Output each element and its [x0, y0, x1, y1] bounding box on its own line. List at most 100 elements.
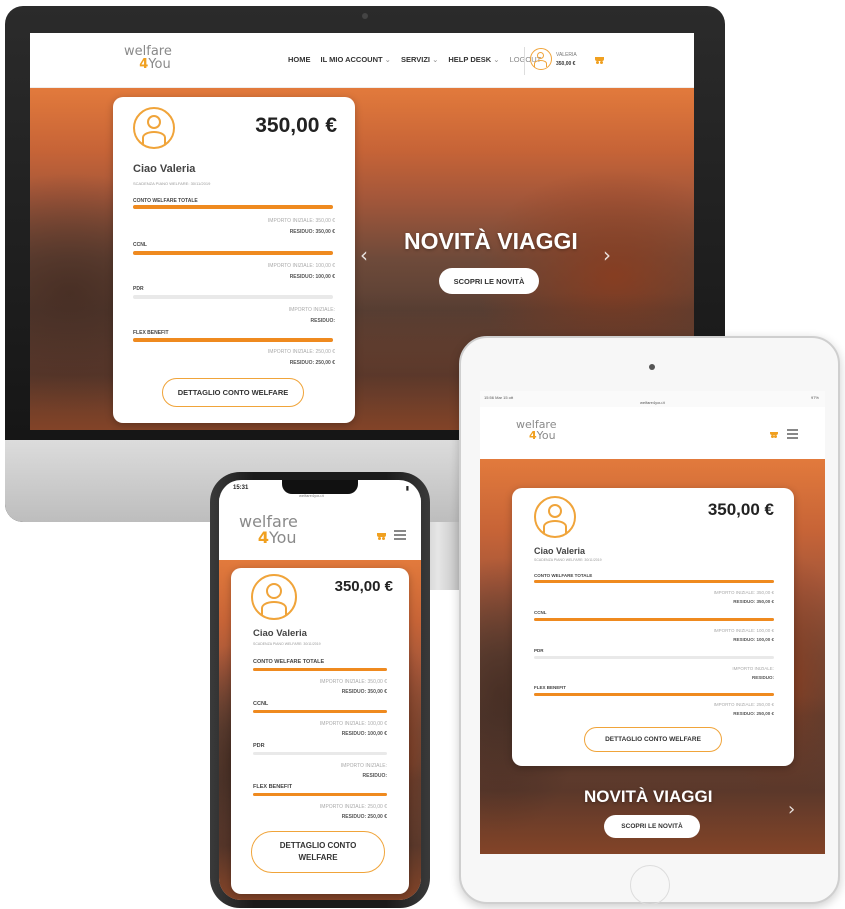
tablet-camera — [649, 364, 655, 370]
account-residuo: RESIDUO: — [362, 773, 387, 779]
account-importo: IMPORTO INIZIALE: 100,00 € — [267, 263, 335, 269]
profile-avatar-icon — [251, 574, 297, 620]
desktop-navbar: welfare 4You HOME IL MIO ACCOUNT ⌄ SERVI… — [30, 33, 694, 88]
tablet-home-button[interactable] — [630, 865, 670, 905]
logo[interactable]: welfare 4You — [239, 514, 298, 546]
nav-user-amount: 350,00 € — [556, 61, 576, 67]
tablet-status-bar: 15:56 Mar 15 ott welfare4you.it 97% — [480, 391, 825, 407]
account-importo: IMPORTO INIZIALE: — [732, 666, 774, 671]
prev-arrow-icon[interactable]: ‹ — [360, 243, 368, 267]
menu-icon[interactable] — [787, 429, 798, 439]
account-importo: IMPORTO INIZIALE: — [340, 763, 387, 769]
cart-icon[interactable] — [375, 530, 386, 540]
plan-expiry: SCADENZA PIANO WELFARE: 30/11/2019 — [253, 642, 321, 646]
welfare-card: 350,00 € Ciao Valeria SCADENZA PIANO WEL… — [113, 97, 355, 423]
cart-icon[interactable] — [593, 54, 604, 64]
account-progress-bar — [133, 251, 333, 255]
account-residuo: RESIDUO: 250,00 € — [733, 711, 774, 716]
balance-amount: 350,00 € — [707, 500, 774, 519]
account-progress-bar — [534, 693, 774, 696]
account-name: CCNL — [133, 242, 147, 248]
account-residuo: RESIDUO: 250,00 € — [341, 814, 387, 820]
account-name: FLEX BENEFIT — [534, 685, 567, 690]
nav-home[interactable]: HOME — [288, 55, 311, 64]
phone-header: welfare 4You — [219, 498, 421, 568]
account-progress-bar — [253, 752, 387, 755]
logo[interactable]: welfare 4You — [124, 45, 172, 71]
balance-amount: 350,00 € — [334, 578, 393, 595]
account-progress-bar — [133, 205, 333, 209]
account-name: FLEX BENEFIT — [253, 784, 293, 790]
nav-help-desk[interactable]: HELP DESK ⌄ — [448, 55, 499, 64]
account-importo: IMPORTO INIZIALE: 100,00 € — [713, 628, 774, 633]
account-name: CONTO WELFARE TOTALE — [534, 573, 593, 578]
tablet-screen: 15:56 Mar 15 ott welfare4you.it 97% welf… — [480, 391, 825, 854]
plan-expiry: SCADENZA PIANO WELFARE: 30/11/2019 — [534, 558, 602, 562]
greeting: Ciao Valeria — [133, 163, 196, 175]
logo[interactable]: welfare 4You — [516, 419, 556, 441]
account-progress-bar — [534, 580, 774, 583]
next-arrow-icon[interactable]: › — [603, 243, 611, 267]
welfare-card: 350,00 € Ciao Valeria SCADENZA PIANO WEL… — [512, 488, 794, 766]
account-residuo: RESIDUO: 100,00 € — [341, 731, 387, 737]
account-name: PDR — [133, 286, 144, 292]
account-progress-bar — [133, 338, 333, 342]
account-residuo: RESIDUO: 100,00 € — [289, 274, 335, 280]
user-avatar-icon[interactable] — [530, 48, 552, 70]
account-name: CONTO WELFARE TOTALE — [253, 659, 325, 665]
account-residuo: RESIDUO: — [751, 675, 774, 680]
battery-icon: ▮ — [405, 486, 409, 492]
detail-account-button[interactable]: DETTAGLIO CONTO WELFARE — [584, 727, 722, 752]
account-residuo: RESIDUO: 350,00 € — [341, 689, 387, 695]
account-importo: IMPORTO INIZIALE: 250,00 € — [319, 804, 387, 810]
phone-notch — [282, 480, 358, 494]
greeting: Ciao Valeria — [253, 628, 307, 639]
account-name: FLEX BENEFIT — [133, 330, 169, 336]
plan-expiry: SCADENZA PIANO WELFARE: 30/11/2019 — [133, 181, 211, 186]
account-progress-bar — [534, 618, 774, 621]
tablet-header: welfare 4You — [480, 407, 825, 459]
nav-servizi[interactable]: SERVIZI ⌄ — [401, 55, 438, 64]
account-progress-bar — [534, 656, 774, 659]
hero-cta-button[interactable]: SCOPRI LE NOVITÀ — [604, 815, 700, 838]
account-residuo: RESIDUO: 350,00 € — [733, 599, 774, 604]
account-name: PDR — [253, 743, 265, 749]
account-name: CONTO WELFARE TOTALE — [133, 198, 198, 204]
nav-account[interactable]: IL MIO ACCOUNT ⌄ — [321, 55, 391, 64]
account-residuo: RESIDUO: 100,00 € — [733, 637, 774, 642]
detail-account-button[interactable]: DETTAGLIO CONTO WELFARE — [162, 378, 304, 407]
account-name: CCNL — [534, 610, 547, 615]
account-residuo: RESIDUO: 350,00 € — [289, 229, 335, 235]
account-progress-bar — [133, 295, 333, 299]
main-menu: HOME IL MIO ACCOUNT ⌄ SERVIZI ⌄ HELP DES… — [288, 55, 541, 64]
account-importo: IMPORTO INIZIALE: 250,00 € — [267, 349, 335, 355]
cart-icon[interactable] — [768, 429, 778, 438]
account-progress-bar — [253, 668, 387, 671]
menu-icon[interactable] — [394, 530, 406, 540]
nav-divider — [524, 47, 525, 75]
detail-account-button[interactable]: DETTAGLIO CONTO WELFARE — [251, 831, 385, 873]
account-importo: IMPORTO INIZIALE: — [288, 307, 335, 313]
account-importo: IMPORTO INIZIALE: 350,00 € — [713, 590, 774, 595]
hero-cta-button[interactable]: SCOPRI LE NOVITÀ — [439, 268, 539, 294]
account-importo: IMPORTO INIZIALE: 250,00 € — [713, 702, 774, 707]
profile-avatar-icon — [534, 496, 576, 538]
hero-title: NOVITÀ VIAGGI — [584, 787, 713, 806]
account-importo: IMPORTO INIZIALE: 350,00 € — [267, 218, 335, 224]
imac-camera — [362, 13, 368, 19]
account-name: PDR — [534, 648, 544, 653]
next-arrow-icon[interactable]: › — [788, 799, 795, 820]
balance-amount: 350,00 € — [255, 114, 337, 137]
greeting: Ciao Valeria — [534, 546, 586, 556]
account-residuo: RESIDUO: 250,00 € — [289, 360, 335, 366]
account-importo: IMPORTO INIZIALE: 100,00 € — [319, 721, 387, 727]
account-importo: IMPORTO INIZIALE: 350,00 € — [319, 679, 387, 685]
hero-title: NOVITÀ VIAGGI — [404, 228, 578, 254]
account-progress-bar — [253, 710, 387, 713]
account-residuo: RESIDUO: — [310, 318, 335, 324]
profile-avatar-icon — [133, 107, 175, 149]
account-name: CCNL — [253, 701, 269, 707]
account-progress-bar — [253, 793, 387, 796]
nav-user-name: VALERIA — [556, 52, 577, 58]
welfare-card: 350,00 € Ciao Valeria SCADENZA PIANO WEL… — [231, 568, 409, 894]
